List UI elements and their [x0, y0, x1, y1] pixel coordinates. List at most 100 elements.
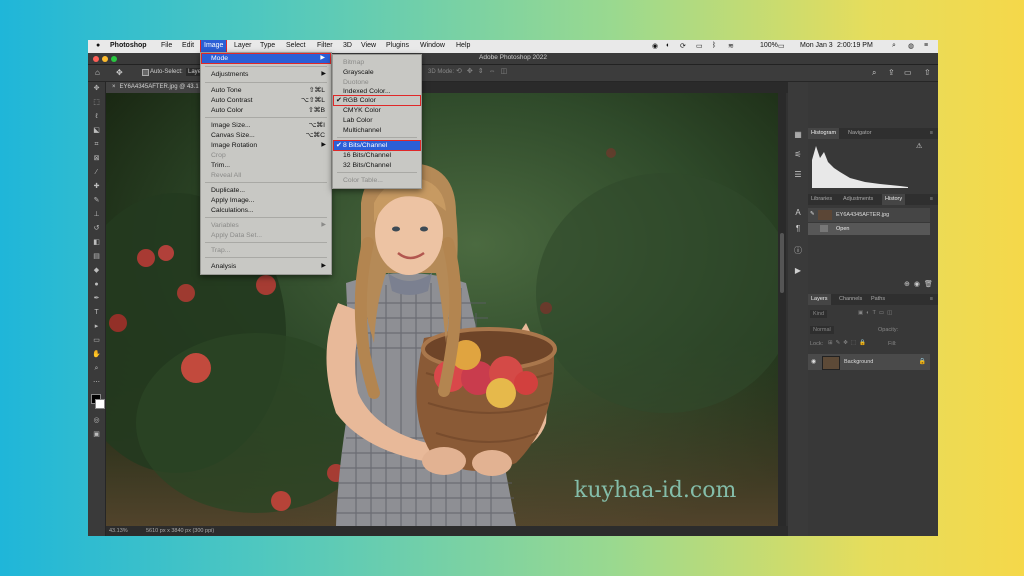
bluetooth-icon[interactable]: ᛒ — [712, 42, 716, 49]
tab-adjustments[interactable]: Adjustments — [840, 194, 876, 205]
menu-item-apply-image[interactable]: Apply Image... — [211, 196, 254, 205]
more-tools-icon[interactable]: ⋯ — [92, 378, 101, 387]
warning-icon[interactable]: ⚠ — [916, 142, 922, 150]
hand-tool-icon[interactable]: ✋ — [92, 350, 101, 359]
healing-brush-icon[interactable]: ✚ — [92, 182, 101, 191]
menu-item-32-bits[interactable]: 32 Bits/Channel — [343, 161, 391, 170]
layer-kind-filter[interactable]: Kind — [810, 310, 828, 318]
screen-mode-icon[interactable]: ▣ — [92, 430, 101, 439]
menu-select[interactable]: Select — [286, 42, 305, 49]
menu-view[interactable]: View — [361, 42, 376, 49]
frame-tool-icon[interactable]: ⊠ — [92, 154, 101, 163]
menu-item-indexed-color[interactable]: Indexed Color... — [343, 87, 391, 96]
menu-item-auto-contrast[interactable]: Auto Contrast — [211, 96, 253, 105]
scrollbar-thumb[interactable] — [780, 233, 784, 293]
history-brush-icon[interactable]: ↺ — [92, 224, 101, 233]
brush-tool-icon[interactable]: ✎ — [92, 196, 101, 205]
share-icon[interactable]: ⇪ — [888, 68, 895, 77]
menu-item-canvas-size[interactable]: Canvas Size... — [211, 131, 255, 140]
layer-background[interactable]: ◉ Background 🔒 — [808, 354, 930, 370]
panel-menu-icon[interactable]: ≡ — [927, 194, 936, 205]
move-tool-icon[interactable]: ✥ — [116, 68, 123, 77]
paragraph-icon[interactable]: ¶ — [793, 224, 803, 234]
auto-select-checkbox[interactable] — [142, 69, 149, 76]
tab-paths[interactable]: Paths — [868, 294, 888, 305]
document-tab[interactable]: × EY6A4345AFTER.jpg @ 43.1 — [106, 82, 205, 93]
menu-window[interactable]: Window — [420, 42, 445, 49]
3d-mode-icons[interactable]: ⟲✥⇕⇔◫ — [456, 67, 512, 75]
menu-item-cmyk-color[interactable]: CMYK Color — [343, 106, 381, 115]
user-icon[interactable]: ◍ — [908, 42, 914, 50]
properties-icon[interactable]: ☰ — [793, 170, 803, 180]
marquee-tool-icon[interactable]: ⬚ — [92, 98, 101, 107]
workspace-icon[interactable]: ▭ — [904, 68, 912, 77]
object-select-tool-icon[interactable]: ⬕ — [92, 126, 101, 135]
menu-item-calculations[interactable]: Calculations... — [211, 206, 254, 215]
menu-item-16-bits[interactable]: 16 Bits/Channel — [343, 151, 391, 160]
character-icon[interactable]: A — [793, 208, 803, 218]
menu-item-adjustments[interactable]: Adjustments — [211, 70, 248, 79]
app-menu[interactable]: Photoshop — [110, 42, 147, 49]
sync-icon[interactable]: ⟳ — [680, 42, 686, 50]
shape-tool-icon[interactable]: ▭ — [92, 336, 101, 345]
tab-libraries[interactable]: Libraries — [808, 194, 835, 205]
adjust-panel-icon[interactable]: ⚟ — [793, 150, 803, 160]
creative-cloud-icon[interactable]: ◉ — [652, 42, 658, 50]
tab-layers[interactable]: Layers — [808, 294, 831, 305]
wifi-icon[interactable]: ≋ — [728, 42, 734, 50]
info-icon[interactable]: ⓘ — [793, 246, 803, 256]
zoom-level[interactable]: 43.13% — [109, 528, 128, 534]
menu-filter[interactable]: Filter — [317, 42, 333, 49]
status-icon[interactable]: ◐ — [666, 42, 670, 49]
eyedropper-tool-icon[interactable]: ⁄ — [92, 168, 101, 177]
history-actions-icons[interactable]: ⊕◉🗑 — [904, 280, 937, 288]
apple-icon[interactable]: ● — [96, 42, 100, 49]
lock-icons[interactable]: ⊞✎✥⬚🔒 — [828, 340, 869, 346]
blur-tool-icon[interactable]: ◆ — [92, 266, 101, 275]
menu-image[interactable]: Image — [199, 40, 228, 53]
menu-item-image-size[interactable]: Image Size... — [211, 121, 251, 130]
home-icon[interactable]: ⌂ — [95, 68, 100, 77]
menu-item-image-rotation[interactable]: Image Rotation — [211, 141, 257, 150]
menu-3d[interactable]: 3D — [343, 42, 352, 49]
menu-item-lab-color[interactable]: Lab Color — [343, 116, 372, 125]
menu-help[interactable]: Help — [456, 42, 470, 49]
background-color-swatch[interactable] — [95, 399, 105, 409]
tab-history[interactable]: History — [882, 194, 906, 205]
menu-item-duplicate[interactable]: Duplicate... — [211, 186, 245, 195]
tab-histogram[interactable]: Histogram — [808, 128, 840, 139]
menu-item-analysis[interactable]: Analysis — [211, 262, 236, 271]
search-tool-icon[interactable]: ⌕ — [872, 68, 876, 78]
menu-file[interactable]: File — [161, 42, 172, 49]
zoom-tool-icon[interactable]: ⌕ — [92, 364, 101, 373]
menu-item-rgb-color[interactable]: ✔ RGB Color — [333, 95, 421, 106]
stamp-tool-icon[interactable]: ⊥ — [92, 210, 101, 219]
menu-item-trim[interactable]: Trim... — [211, 161, 230, 170]
history-snapshot[interactable]: ✎ EY6A4345AFTER.jpg — [808, 208, 930, 222]
type-tool-icon[interactable]: T — [92, 308, 101, 317]
menu-layer[interactable]: Layer — [234, 42, 252, 49]
visibility-eye-icon[interactable]: ◉ — [811, 358, 816, 365]
quick-mask-icon[interactable]: ◎ — [92, 416, 101, 425]
tab-channels[interactable]: Channels — [836, 294, 865, 305]
share-button-icon[interactable]: ⇧ — [924, 68, 931, 77]
tab-navigator[interactable]: Navigator — [845, 128, 875, 139]
layer-filter-icons[interactable]: ▣◐T▭◫ — [858, 310, 895, 316]
control-center-icon[interactable]: ≡ — [924, 42, 928, 49]
pen-tool-icon[interactable]: ✒ — [92, 294, 101, 303]
history-state-open[interactable]: Open — [808, 223, 930, 235]
menu-edit[interactable]: Edit — [182, 42, 194, 49]
lasso-tool-icon[interactable]: ℓ — [92, 112, 101, 121]
histogram-icon[interactable]: ▦ — [793, 130, 803, 140]
path-select-icon[interactable]: ▸ — [92, 322, 101, 331]
menu-item-auto-color[interactable]: Auto Color — [211, 106, 243, 115]
dodge-tool-icon[interactable]: ● — [92, 280, 101, 289]
blend-mode-dropdown[interactable]: Normal — [810, 326, 834, 334]
menu-plugins[interactable]: Plugins — [386, 42, 409, 49]
menu-item-mode[interactable]: Mode ▶ — [201, 53, 331, 64]
panel-menu-icon[interactable]: ≡ — [927, 128, 936, 139]
panel-menu-icon[interactable]: ≡ — [927, 294, 936, 305]
move-tool-icon[interactable]: ✥ — [92, 84, 101, 93]
menu-item-multichannel[interactable]: Multichannel — [343, 126, 381, 135]
menu-item-8-bits[interactable]: ✔ 8 Bits/Channel — [333, 140, 421, 151]
